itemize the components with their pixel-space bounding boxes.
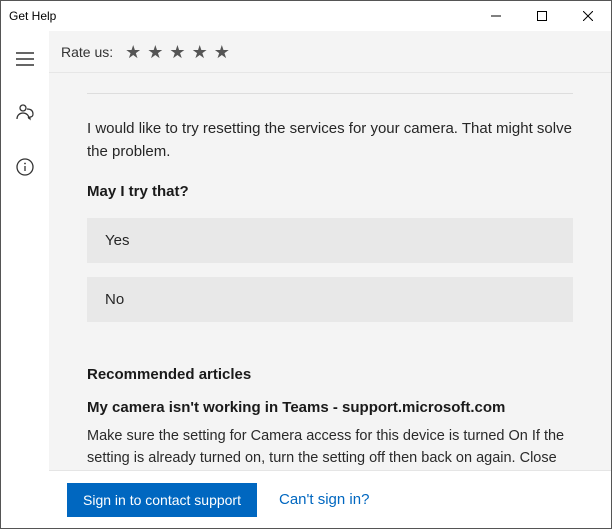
section-divider	[87, 93, 573, 94]
nav-menu-button[interactable]	[1, 43, 49, 75]
cant-sign-in-link[interactable]: Can't sign in?	[279, 491, 369, 508]
response-options: Yes No	[87, 218, 573, 322]
star-3[interactable]: ★	[169, 43, 185, 61]
assistant-message: I would like to try resetting the servic…	[87, 118, 573, 163]
main-pane: Rate us: ★ ★ ★ ★ ★ I would like to try r…	[49, 31, 611, 528]
star-2[interactable]: ★	[147, 43, 163, 61]
nav-info-button[interactable]	[1, 151, 49, 183]
close-icon	[583, 11, 593, 21]
star-4[interactable]: ★	[192, 43, 208, 61]
rating-stars: ★ ★ ★ ★ ★	[125, 43, 230, 61]
window-titlebar: Get Help	[1, 1, 611, 31]
star-5[interactable]: ★	[214, 43, 230, 61]
window-close-button[interactable]	[565, 1, 611, 31]
contact-support-icon	[15, 103, 35, 123]
rate-us-bar: Rate us: ★ ★ ★ ★ ★	[49, 31, 611, 73]
maximize-icon	[537, 11, 547, 21]
minimize-icon	[491, 11, 501, 21]
content-scroll[interactable]: I would like to try resetting the servic…	[49, 73, 611, 470]
option-no[interactable]: No	[87, 277, 573, 322]
window-minimize-button[interactable]	[473, 1, 519, 31]
nav-contact-button[interactable]	[1, 97, 49, 129]
sidebar	[1, 31, 49, 528]
app-body: Rate us: ★ ★ ★ ★ ★ I would like to try r…	[1, 31, 611, 528]
article-title[interactable]: My camera isn't working in Teams - suppo…	[87, 397, 573, 418]
star-1[interactable]: ★	[125, 43, 141, 61]
window-title: Get Help	[9, 9, 473, 23]
rate-us-label: Rate us:	[61, 44, 113, 60]
sign-in-button[interactable]: Sign in to contact support	[67, 483, 257, 517]
window-maximize-button[interactable]	[519, 1, 565, 31]
footer-bar: Sign in to contact support Can't sign in…	[49, 470, 611, 528]
assistant-question: May I try that?	[87, 183, 573, 200]
hamburger-icon	[16, 52, 34, 66]
option-yes[interactable]: Yes	[87, 218, 573, 263]
article-snippet: Make sure the setting for Camera access …	[87, 426, 573, 470]
info-icon	[16, 158, 34, 176]
recommended-heading: Recommended articles	[87, 366, 573, 383]
